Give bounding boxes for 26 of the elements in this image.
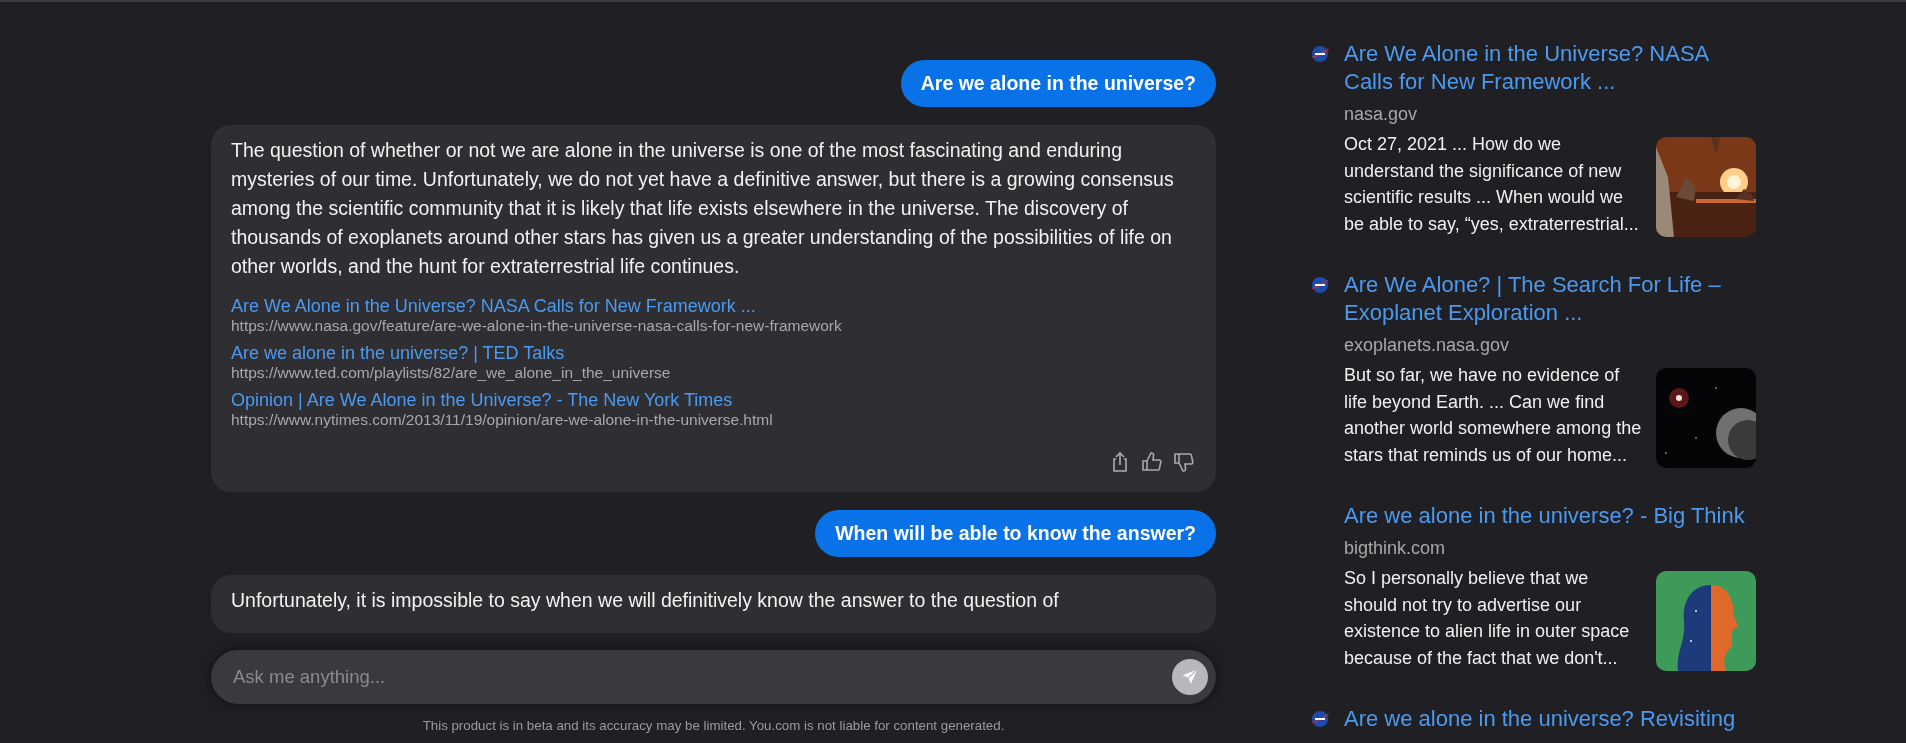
result-title-link[interactable]: Are we alone in the universe? Revisiting [1344,705,1754,733]
result-title-link[interactable]: Are We Alone in the Universe? NASA Calls for New Framework ... [1344,40,1754,96]
disclaimer-text: This product is in beta and its accuracy may be limited. You.com is not liable for content generated. [421,718,1006,733]
source-url: https://www.ted.com/playlists/82/are_we_alone_in_the_universe [231,364,672,381]
answer-text: The question of whether or not we are alone in the universe is one of the most fascinating and enduring mysteries of our time. Unfortunately, we do not yet have a definitive answer, but there is a growing consensus among the scientific community that it is likely that life exists elsewhere in the universe. The discovery of thousands of exoplanets around other stars has given us a greater understanding of the possibilities of life on other worlds, and the hunt for extraterrestrial life continues. [231,138,1175,279]
thumbs-up-icon[interactable] [1140,450,1164,474]
result-snippet: So I personally believe that we should not try to advertise our existence to alien life in outer space because of the fact that we don't... [1344,567,1631,670]
source-link[interactable]: Are We Alone in the Universe? NASA Calls for New Framework ... [231,295,1196,317]
send-button[interactable] [1172,659,1208,695]
source-link[interactable]: Are we alone in the universe? | TED Talks [231,342,1196,364]
user-message: When will be able to know the answer? [815,510,1216,557]
result-snippet: But so far, we have no evidence of life beyond Earth. ... Can we find another world somewhere among the stars that reminds us of our home... [1344,364,1643,467]
source-url: https://www.nytimes.com/2013/11/19/opinion/are-we-alone-in-the-universe.html [231,411,774,428]
result-snippet: Oct 27, 2021 ... How do we understand the significance of new scientific results ... When would we be able to say, “yes, extraterrestrial... [1344,133,1640,236]
result-title-link[interactable]: Are We Alone? | The Search For Life – Exoplanet Exploration ... [1344,271,1754,327]
result-domain: nasa.gov [1344,104,1419,125]
chat-input[interactable]: Ask me anything... [233,666,1172,688]
result-domain: exoplanets.nasa.gov [1344,335,1511,356]
source-link[interactable]: Opinion | Are We Alone in the Universe? - The New York Times [231,389,1196,411]
source-url: https://www.nasa.gov/feature/are-we-alone-in-the-universe-nasa-calls-for-new-framework [231,317,843,334]
result-title-link[interactable]: Are we alone in the universe? - Big Think [1344,502,1754,530]
chat-input-bar[interactable]: Ask me anything... [211,650,1216,704]
user-message: Are we alone in the universe? [900,60,1216,107]
result-domain: bigthink.com [1344,538,1447,559]
thumbs-down-icon[interactable] [1172,450,1196,474]
answer-text: Unfortunately, it is impossible to say when we will definitively know the answer to the question of [231,588,1060,613]
